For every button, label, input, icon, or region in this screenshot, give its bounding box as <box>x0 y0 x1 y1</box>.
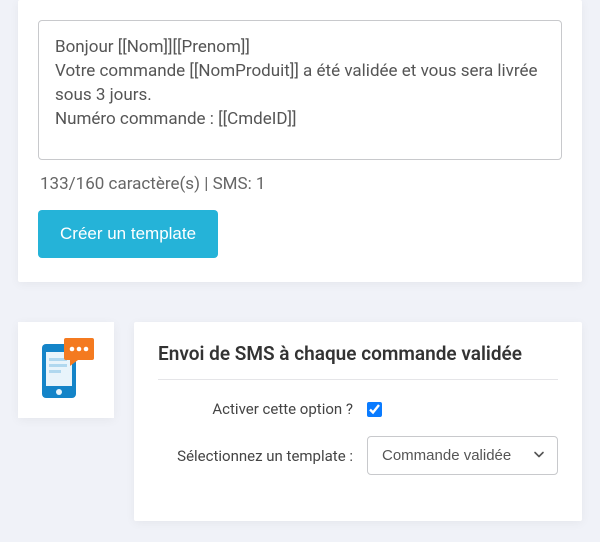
enable-option-label: Activer cette option ? <box>158 400 353 418</box>
create-template-button[interactable]: Créer un template <box>38 210 218 258</box>
template-select-wrap: Commande validée <box>367 436 558 475</box>
enable-option-row: Activer cette option ? <box>158 400 558 418</box>
sms-template-textarea[interactable] <box>38 20 562 160</box>
char-counter: 133/160 caractère(s) | SMS: 1 <box>40 174 562 194</box>
sms-settings-row: Envoi de SMS à chaque commande validée A… <box>0 322 600 521</box>
enable-option-checkbox[interactable] <box>367 402 382 417</box>
sms-phone-icon-tile <box>18 322 114 418</box>
sms-template-editor-card: 133/160 caractère(s) | SMS: 1 Créer un t… <box>18 0 582 282</box>
template-select[interactable]: Commande validée <box>367 436 558 475</box>
template-select-label: Sélectionnez un template : <box>158 447 353 465</box>
sms-phone-icon <box>32 334 100 406</box>
sms-settings-card: Envoi de SMS à chaque commande validée A… <box>134 322 582 521</box>
template-select-row: Sélectionnez un template : Commande vali… <box>158 436 558 475</box>
settings-title: Envoi de SMS à chaque commande validée <box>158 342 558 380</box>
